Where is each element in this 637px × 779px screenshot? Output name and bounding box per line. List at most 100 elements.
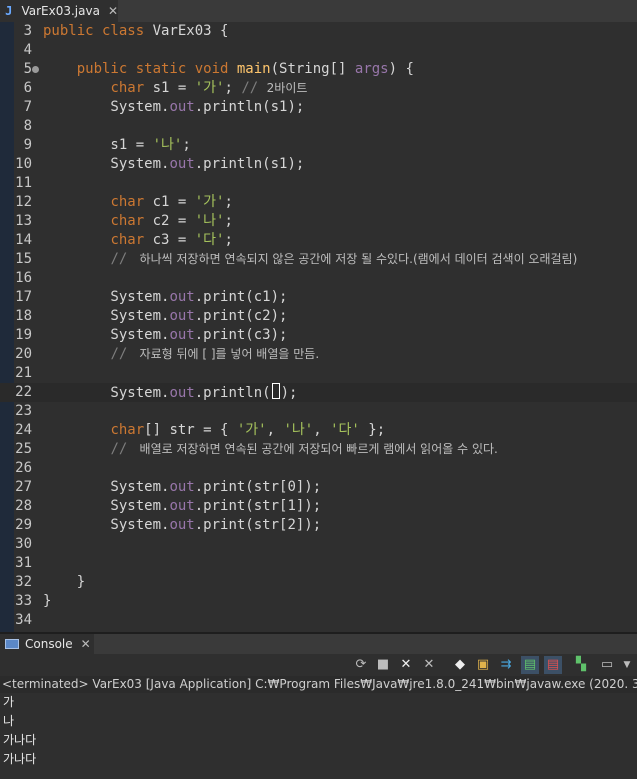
chevron-down-icon[interactable]: ▼: [618, 656, 636, 674]
tab-console[interactable]: Console ✕: [0, 634, 94, 654]
code-token: s1 =: [43, 137, 153, 153]
code-token: ;: [224, 213, 233, 229]
editor-tab-varex03[interactable]: J VarEx03.java ✕: [0, 0, 118, 22]
code-line[interactable]: 6 char s1 = '가'; // 2바이트: [0, 79, 637, 98]
line-number: 5: [23, 61, 32, 77]
code-line[interactable]: 16: [0, 269, 637, 288]
code-token: [] str = {: [144, 422, 237, 438]
line-number: 26: [15, 460, 32, 476]
line-number: 29: [15, 517, 32, 533]
code-line[interactable]: 9 s1 = '나';: [0, 136, 637, 155]
code-line[interactable]: 5 public static void main(String[] args)…: [0, 60, 637, 79]
code-text: // 자료형 뒤에 [ ]를 넣어 배열을 만듬.: [43, 345, 319, 364]
line-number: 15: [15, 251, 32, 267]
pin-console-icon[interactable]: ▚: [572, 656, 590, 674]
code-token: out: [169, 156, 195, 172]
code-line[interactable]: 34: [0, 611, 637, 630]
code-line[interactable]: 15 // 하나씩 저장하면 연속되지 않은 공간에 저장 될 수있다.(램에서…: [0, 250, 637, 269]
code-line[interactable]: 12 char c1 = '가';: [0, 193, 637, 212]
code-line[interactable]: 11: [0, 174, 637, 193]
code-text: char c3 = '다';: [43, 231, 233, 250]
code-token: ,: [266, 422, 284, 438]
text-caret: [271, 383, 280, 399]
code-token: System.: [43, 289, 170, 305]
remove-launch-icon[interactable]: ✕: [397, 656, 415, 674]
code-text: System.out.print(c3);: [43, 326, 287, 345]
code-line[interactable]: 22 System.out.println();: [0, 383, 637, 402]
code-token: ,: [313, 422, 331, 438]
line-number: 27: [15, 479, 32, 495]
code-line[interactable]: 31: [0, 554, 637, 573]
code-line[interactable]: 13 char c2 = '나';: [0, 212, 637, 231]
code-text: }: [43, 592, 51, 611]
clear-console-icon[interactable]: ◆: [451, 656, 469, 674]
code-line[interactable]: 17 System.out.print(c1);: [0, 288, 637, 307]
code-token: .print(str[1]);: [194, 498, 322, 514]
code-line[interactable]: 14 char c3 = '다';: [0, 231, 637, 250]
code-line[interactable]: 27 System.out.print(str[0]);: [0, 478, 637, 497]
code-line[interactable]: 24 char[] str = { '가', '나', '다' };: [0, 421, 637, 440]
line-number: 7: [23, 99, 32, 115]
remove-all-icon[interactable]: ✕: [420, 656, 438, 674]
code-line[interactable]: 28 System.out.print(str[1]);: [0, 497, 637, 516]
code-line[interactable]: 8: [0, 117, 637, 136]
code-token: s1 =: [152, 80, 195, 96]
refresh-icon[interactable]: ⟳: [352, 656, 370, 674]
code-token: //: [110, 251, 136, 267]
code-text: public static void main(String[] args) {: [43, 60, 414, 79]
code-token: //: [110, 441, 136, 457]
code-line[interactable]: 4: [0, 41, 637, 60]
code-token: VarEx03 {: [152, 23, 229, 39]
code-text: char s1 = '가'; // 2바이트: [43, 79, 307, 98]
code-text: // 하나씩 저장하면 연속되지 않은 공간에 저장 될 수있다.(램에서 데이…: [43, 250, 577, 269]
show-on-stderr-icon[interactable]: ▤: [544, 656, 562, 674]
show-on-stdout-icon[interactable]: ▤: [521, 656, 539, 674]
scroll-lock-icon[interactable]: ▣: [474, 656, 492, 674]
code-line[interactable]: 26: [0, 459, 637, 478]
close-icon[interactable]: ✕: [81, 637, 91, 651]
code-token: char: [110, 80, 153, 96]
line-number: 9: [23, 137, 32, 153]
console-tab-bar: Console ✕: [0, 634, 637, 654]
code-token: System.: [43, 156, 170, 172]
code-token: ;: [182, 137, 191, 153]
fold-toggle-icon[interactable]: [32, 66, 39, 73]
code-token: ;: [224, 232, 233, 248]
console-output-line: 가나다: [3, 752, 37, 766]
display-console-icon[interactable]: ▭: [598, 656, 616, 674]
console-output-line: 가: [3, 695, 15, 709]
console-icon: [5, 639, 19, 649]
stop-icon[interactable]: ■: [374, 656, 392, 674]
code-token: .print(str[2]);: [194, 517, 322, 533]
code-line[interactable]: 32 }: [0, 573, 637, 592]
code-editor[interactable]: 3 public class VarEx03 {4 5 public static …: [0, 22, 637, 632]
close-icon[interactable]: ✕: [108, 4, 118, 18]
code-line[interactable]: 29 System.out.print(str[2]);: [0, 516, 637, 535]
code-token: System.: [43, 517, 170, 533]
code-line[interactable]: 23: [0, 402, 637, 421]
word-wrap-icon[interactable]: ⇉: [497, 656, 515, 674]
code-line[interactable]: 25 // 배열로 저장하면 연속된 공간에 저장되어 빠르게 램에서 읽어올 …: [0, 440, 637, 459]
code-line[interactable]: 18 System.out.print(c2);: [0, 307, 637, 326]
code-text: char c2 = '나';: [43, 212, 233, 231]
code-token: out: [169, 517, 195, 533]
code-line[interactable]: 21: [0, 364, 637, 383]
code-text: System.out.println(s1);: [43, 98, 304, 117]
console-output-line: 나: [3, 714, 15, 728]
code-line[interactable]: 19 System.out.print(c3);: [0, 326, 637, 345]
code-token: .print(c2);: [194, 308, 288, 324]
code-line[interactable]: 30: [0, 535, 637, 554]
code-line[interactable]: 33}: [0, 592, 637, 611]
code-token: ;: [224, 194, 233, 210]
code-line[interactable]: 10 System.out.println(s1);: [0, 155, 637, 174]
code-token: char: [110, 194, 153, 210]
code-line[interactable]: 3 public class VarEx03 {: [0, 22, 637, 41]
code-line[interactable]: 20 // 자료형 뒤에 [ ]를 넣어 배열을 만듬.: [0, 345, 637, 364]
code-token: '나': [283, 422, 314, 438]
code-line[interactable]: 7 System.out.println(s1);: [0, 98, 637, 117]
code-token: ) {: [388, 61, 414, 77]
line-number: 21: [15, 365, 32, 381]
